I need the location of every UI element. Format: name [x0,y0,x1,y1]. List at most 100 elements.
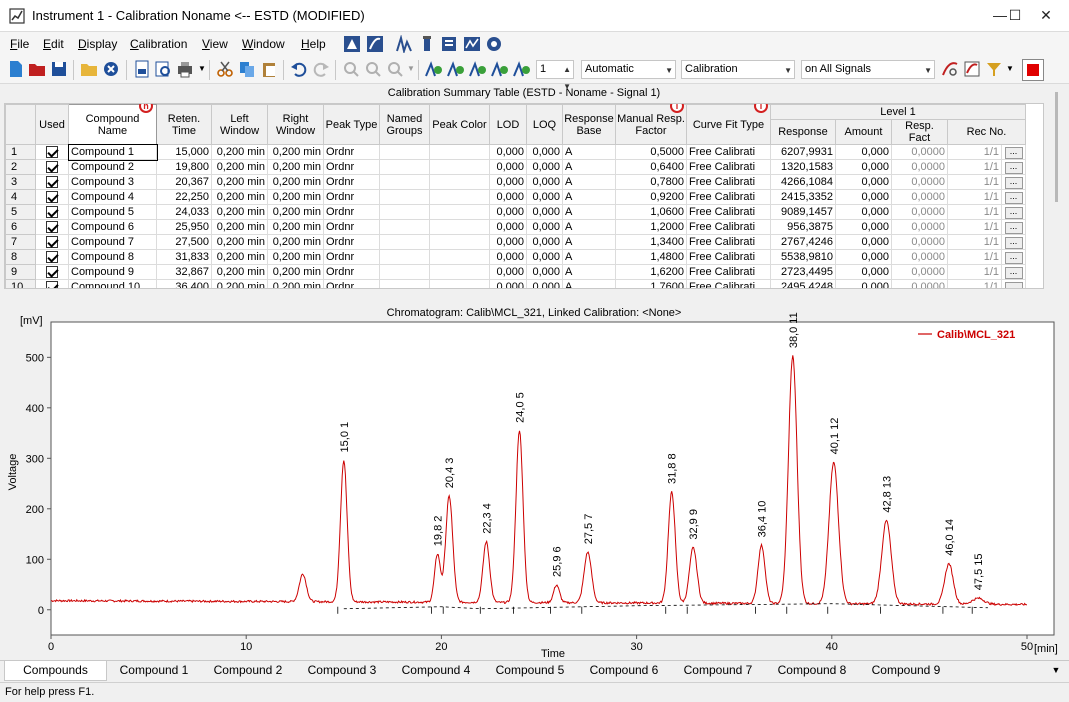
left-window-cell[interactable]: 0,200 min [211,264,268,280]
loq-cell[interactable]: 0,000 [526,219,563,235]
details-button-cell[interactable]: ... [1001,159,1026,175]
manual-resp-factor-cell[interactable]: 0,7800 [615,174,687,190]
response-base-cell[interactable]: A [562,189,616,205]
left-window-cell[interactable]: 0,200 min [211,249,268,265]
amount-cell[interactable]: 0,000 [835,249,892,265]
peak-color-cell[interactable] [429,219,490,235]
manual-resp-factor-cell[interactable]: 0,9200 [615,189,687,205]
header-used[interactable]: Used [35,104,69,145]
method-icon[interactable] [440,35,458,53]
header-named-groups[interactable]: Named Groups [379,104,430,145]
peak-color-cell[interactable] [429,174,490,190]
peak-type-cell[interactable]: Ordnr [323,189,380,205]
rec-no-cell[interactable]: 1/1 [947,264,1002,280]
named-groups-cell[interactable] [379,144,430,160]
peak-tool-3-icon[interactable] [469,60,487,78]
peak-type-cell[interactable]: Ordnr [323,174,380,190]
amount-cell[interactable]: 0,000 [835,219,892,235]
details-button[interactable]: ... [1004,177,1023,189]
loq-cell[interactable]: 0,000 [526,159,563,175]
details-button-cell[interactable]: ... [1001,279,1026,288]
peak-tool-4-icon[interactable] [491,60,509,78]
left-window-cell[interactable]: 0,200 min [211,159,268,175]
menu-help[interactable]: Help [301,37,326,51]
used-checkbox[interactable] [35,219,69,235]
used-checkbox[interactable] [35,204,69,220]
curve-fit-type-cell[interactable]: Free Calibrati [686,219,771,235]
right-window-cell[interactable]: 0,200 min [267,159,324,175]
reten-time-cell[interactable]: 36,400 [156,279,212,288]
table-scrollbar-thumb[interactable] [1055,92,1058,202]
menu-edit[interactable]: Edit [43,37,64,51]
response-base-cell[interactable]: A [562,144,616,160]
details-button[interactable]: ... [1004,222,1023,234]
named-groups-cell[interactable] [379,189,430,205]
used-checkbox[interactable] [35,144,69,160]
peak-color-cell[interactable] [429,279,490,288]
right-window-cell[interactable]: 0,200 min [267,234,324,250]
filter-icon[interactable] [985,60,1003,78]
named-groups-cell[interactable] [379,249,430,265]
peak-color-cell[interactable] [429,204,490,220]
row-number[interactable]: 5 [5,204,36,220]
response-cell[interactable]: 4266,1084 [770,174,836,190]
menu-file[interactable]: File [10,37,29,51]
lod-cell[interactable]: 0,000 [489,279,527,288]
details-button[interactable]: ... [1004,252,1023,264]
close-button[interactable]: ✕ [1023,0,1069,31]
header-peak-color[interactable]: Peak Color [429,104,490,145]
details-button-cell[interactable]: ... [1001,174,1026,190]
manual-resp-factor-cell[interactable]: 1,7600 [615,279,687,288]
checkbox-checked-icon[interactable] [46,235,58,248]
amount-cell[interactable]: 0,000 [835,159,892,175]
rec-no-cell[interactable]: 1/1 [947,159,1002,175]
zoom-in-icon[interactable] [342,60,360,78]
checkbox-checked-icon[interactable] [46,175,58,188]
amount-cell[interactable]: 0,000 [835,264,892,280]
peak-type-cell[interactable]: Ordnr [323,144,380,160]
loq-cell[interactable]: 0,000 [526,174,563,190]
compound-name-cell[interactable]: Compound 2 [68,159,157,175]
copy-icon[interactable] [238,60,256,78]
response-base-cell[interactable]: A [562,249,616,265]
rec-no-cell[interactable]: 1/1 [947,219,1002,235]
response-base-cell[interactable]: A [562,174,616,190]
header-loq[interactable]: LOQ [526,104,563,145]
instrument-icon[interactable] [485,35,503,53]
row-number[interactable]: 10 [5,279,36,288]
menu-window[interactable]: Window [242,37,285,51]
resp-fact-cell[interactable]: 0,0000 [891,189,948,205]
used-checkbox[interactable] [35,279,69,288]
manual-resp-factor-cell[interactable]: 1,6200 [615,264,687,280]
folder-icon[interactable] [80,60,98,78]
tab-compound-4[interactable]: Compound 4 [389,661,483,681]
resp-fact-cell[interactable]: 0,0000 [891,264,948,280]
reten-time-cell[interactable]: 19,800 [156,159,212,175]
response-cell[interactable]: 2767,4246 [770,234,836,250]
close-file-icon[interactable] [102,60,120,78]
level-spinner[interactable]: 1 ▲ ▼ [536,60,574,91]
peak-color-cell[interactable] [429,144,490,160]
response-base-cell[interactable]: A [562,234,616,250]
details-button[interactable]: ... [1004,282,1023,288]
curve-fit-type-cell[interactable]: Free Calibrati [686,264,771,280]
compound-name-cell[interactable]: Compound 7 [68,234,157,250]
compound-name-cell[interactable]: Compound 8 [68,249,157,265]
plot-area[interactable] [50,321,1055,636]
manual-resp-factor-cell[interactable]: 1,3400 [615,234,687,250]
table-row[interactable]: 7 Compound 7 27,500 0,200 min 0,200 min Ordnr… [5,234,1026,250]
report-icon[interactable] [133,60,151,78]
header-amount[interactable]: Amount [835,119,892,145]
table-row[interactable]: 6 Compound 6 25,950 0,200 min 0,200 min Ordnr… [5,219,1026,235]
manual-resp-factor-cell[interactable]: 0,6400 [615,159,687,175]
peak-tool-1-icon[interactable] [425,60,443,78]
loq-cell[interactable]: 0,000 [526,249,563,265]
peak-type-cell[interactable]: Ordnr [323,204,380,220]
details-button[interactable]: ... [1004,237,1023,249]
curve-fit-type-cell[interactable]: Free Calibrati [686,279,771,288]
left-window-cell[interactable]: 0,200 min [211,174,268,190]
used-checkbox[interactable] [35,174,69,190]
amount-cell[interactable]: 0,000 [835,279,892,288]
used-checkbox[interactable] [35,159,69,175]
print-icon[interactable] [176,60,194,78]
